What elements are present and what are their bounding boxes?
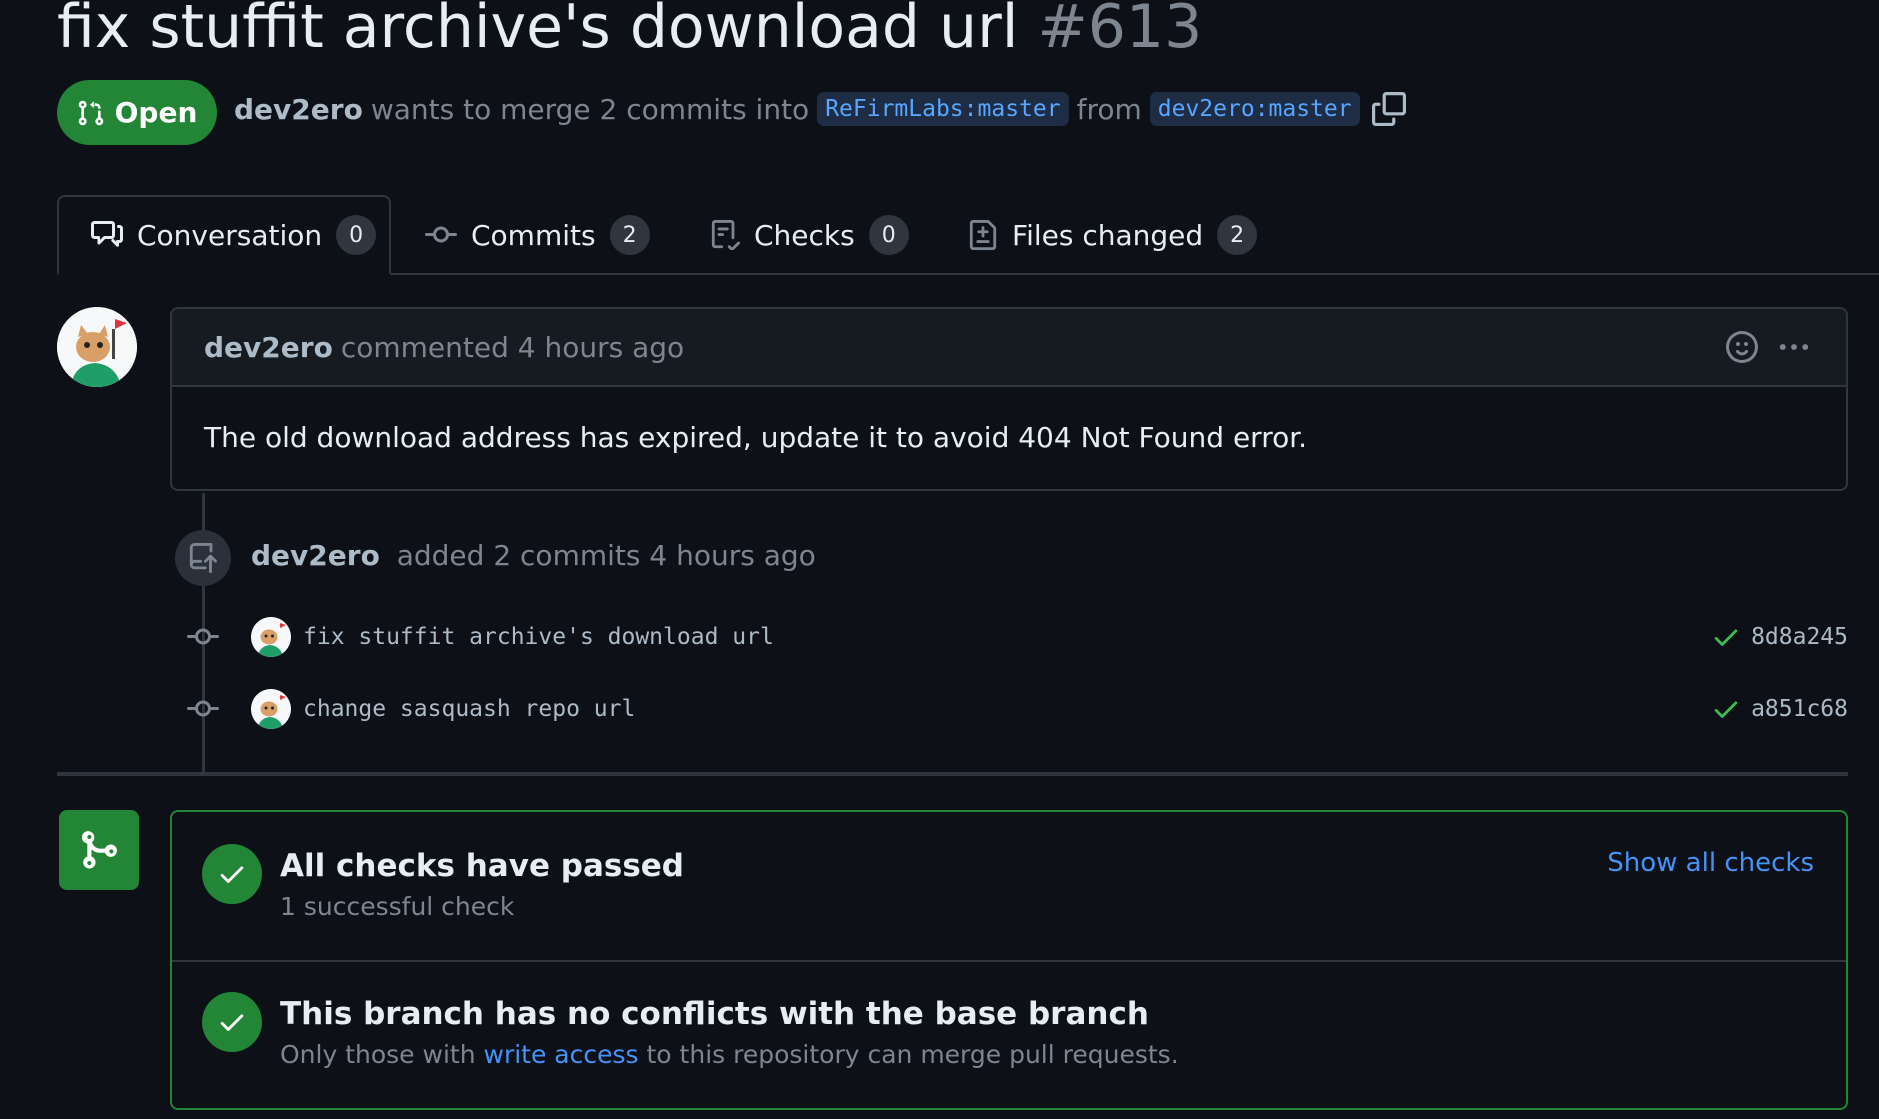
tab-commits-count: 2 (609, 215, 650, 255)
tab-commits[interactable]: Commits 2 (425, 195, 650, 275)
commit-author-avatar[interactable] (251, 617, 291, 657)
git-pull-request-icon (78, 100, 103, 125)
tab-checks[interactable]: Checks 0 (710, 195, 909, 275)
git-commit-icon (185, 621, 221, 653)
pr-state-badge: Open (57, 80, 217, 145)
base-branch[interactable]: ReFirmLabs:master (817, 92, 1069, 126)
merge-box-divider (172, 960, 1846, 962)
copy-icon[interactable] (1371, 92, 1406, 126)
file-diff-icon (969, 220, 997, 250)
avatar-cartoon-icon (57, 307, 137, 387)
commit-author-avatar[interactable] (251, 689, 291, 729)
tab-conversation-label: Conversation (137, 218, 323, 252)
commit-message-link[interactable]: fix stuffit archive's download url (303, 624, 774, 650)
commit-sha-link[interactable]: a851c68 (1751, 696, 1848, 722)
git-merge-icon (81, 831, 117, 869)
conflicts-title: This branch has no conflicts with the ba… (280, 996, 1149, 1032)
event-description: added 2 commits 4 hours ago (396, 539, 816, 572)
write-access-link[interactable]: write access (484, 1040, 639, 1069)
commits-added-event: dev2ero added 2 commits 4 hours ago (251, 539, 816, 572)
comment-author-link[interactable]: dev2ero (204, 331, 333, 364)
checks-section: All checks have passed 1 successful chec… (202, 844, 684, 921)
comment-body: The old download address has expired, up… (204, 421, 1308, 454)
pr-meta: dev2ero wants to merge 2 commits into Re… (234, 92, 1406, 126)
pr-number: #613 (1037, 0, 1203, 62)
conflicts-subtitle-post: to this repository can merge pull reques… (646, 1040, 1179, 1069)
commit-status: 8d8a245 (1711, 622, 1848, 652)
tab-files-changed[interactable]: Files changed 2 (968, 195, 1258, 275)
commit-message-link[interactable]: change sasquash repo url (303, 696, 635, 722)
pr-state-label: Open (114, 96, 198, 129)
comment-card: dev2ero commented 4 hours ago The old do… (170, 307, 1848, 491)
git-commit-icon (185, 693, 221, 725)
checks-subtitle: 1 successful check (280, 892, 515, 921)
head-branch[interactable]: dev2ero:master (1149, 92, 1360, 126)
event-author-link[interactable]: dev2ero (251, 539, 380, 572)
tab-files-changed-count: 2 (1217, 215, 1258, 255)
check-icon[interactable] (1711, 694, 1741, 724)
tab-conversation[interactable]: Conversation 0 (57, 195, 391, 275)
commit-row: fix stuffit archive's download url 8d8a2… (185, 615, 1848, 659)
show-all-checks-link[interactable]: Show all checks (1607, 848, 1814, 878)
from-text: from (1076, 92, 1142, 126)
checks-title: All checks have passed (280, 848, 684, 884)
comment-header: dev2ero commented 4 hours ago (172, 309, 1846, 387)
commit-sha-link[interactable]: 8d8a245 (1751, 624, 1848, 650)
commit-status: a851c68 (1711, 694, 1848, 724)
pr-title: fix stuffit archive's download url #613 (57, 0, 1202, 62)
tab-checks-count: 0 (868, 215, 909, 255)
repo-push-icon (189, 543, 217, 573)
conflicts-section: This branch has no conflicts with the ba… (202, 992, 1179, 1069)
checklist-icon (711, 220, 740, 250)
tab-conversation-count: 0 (336, 215, 377, 255)
pr-author-link[interactable]: dev2ero (234, 93, 363, 126)
conflicts-subtitle: Only those with write access to this rep… (280, 1040, 1179, 1069)
pr-merge-text: wants to merge 2 commits into (370, 92, 810, 126)
avatar-cartoon-icon (251, 689, 291, 729)
kebab-horizontal-icon[interactable] (1776, 329, 1812, 365)
tab-commits-label: Commits (471, 218, 596, 252)
avatar-cartoon-icon (251, 617, 291, 657)
smiley-icon[interactable] (1726, 331, 1758, 363)
commit-row: change sasquash repo url a851c68 (185, 687, 1848, 731)
avatar[interactable] (57, 307, 137, 387)
tab-files-changed-label: Files changed (1012, 218, 1204, 252)
merge-box: All checks have passed 1 successful chec… (170, 810, 1848, 1110)
push-event-badge (175, 530, 231, 586)
merge-status-badge (59, 810, 139, 890)
check-circle-icon (202, 992, 262, 1052)
timeline-divider (57, 772, 1848, 776)
git-commit-icon (425, 226, 457, 243)
comment-timestamp[interactable]: commented 4 hours ago (341, 331, 684, 364)
tab-checks-label: Checks (754, 218, 855, 252)
check-icon[interactable] (1711, 622, 1741, 652)
comment-discussion-icon (91, 221, 123, 247)
conflicts-subtitle-pre: Only those with (280, 1040, 476, 1069)
pr-title-text: fix stuffit archive's download url (57, 0, 1019, 62)
check-circle-icon (202, 844, 262, 904)
